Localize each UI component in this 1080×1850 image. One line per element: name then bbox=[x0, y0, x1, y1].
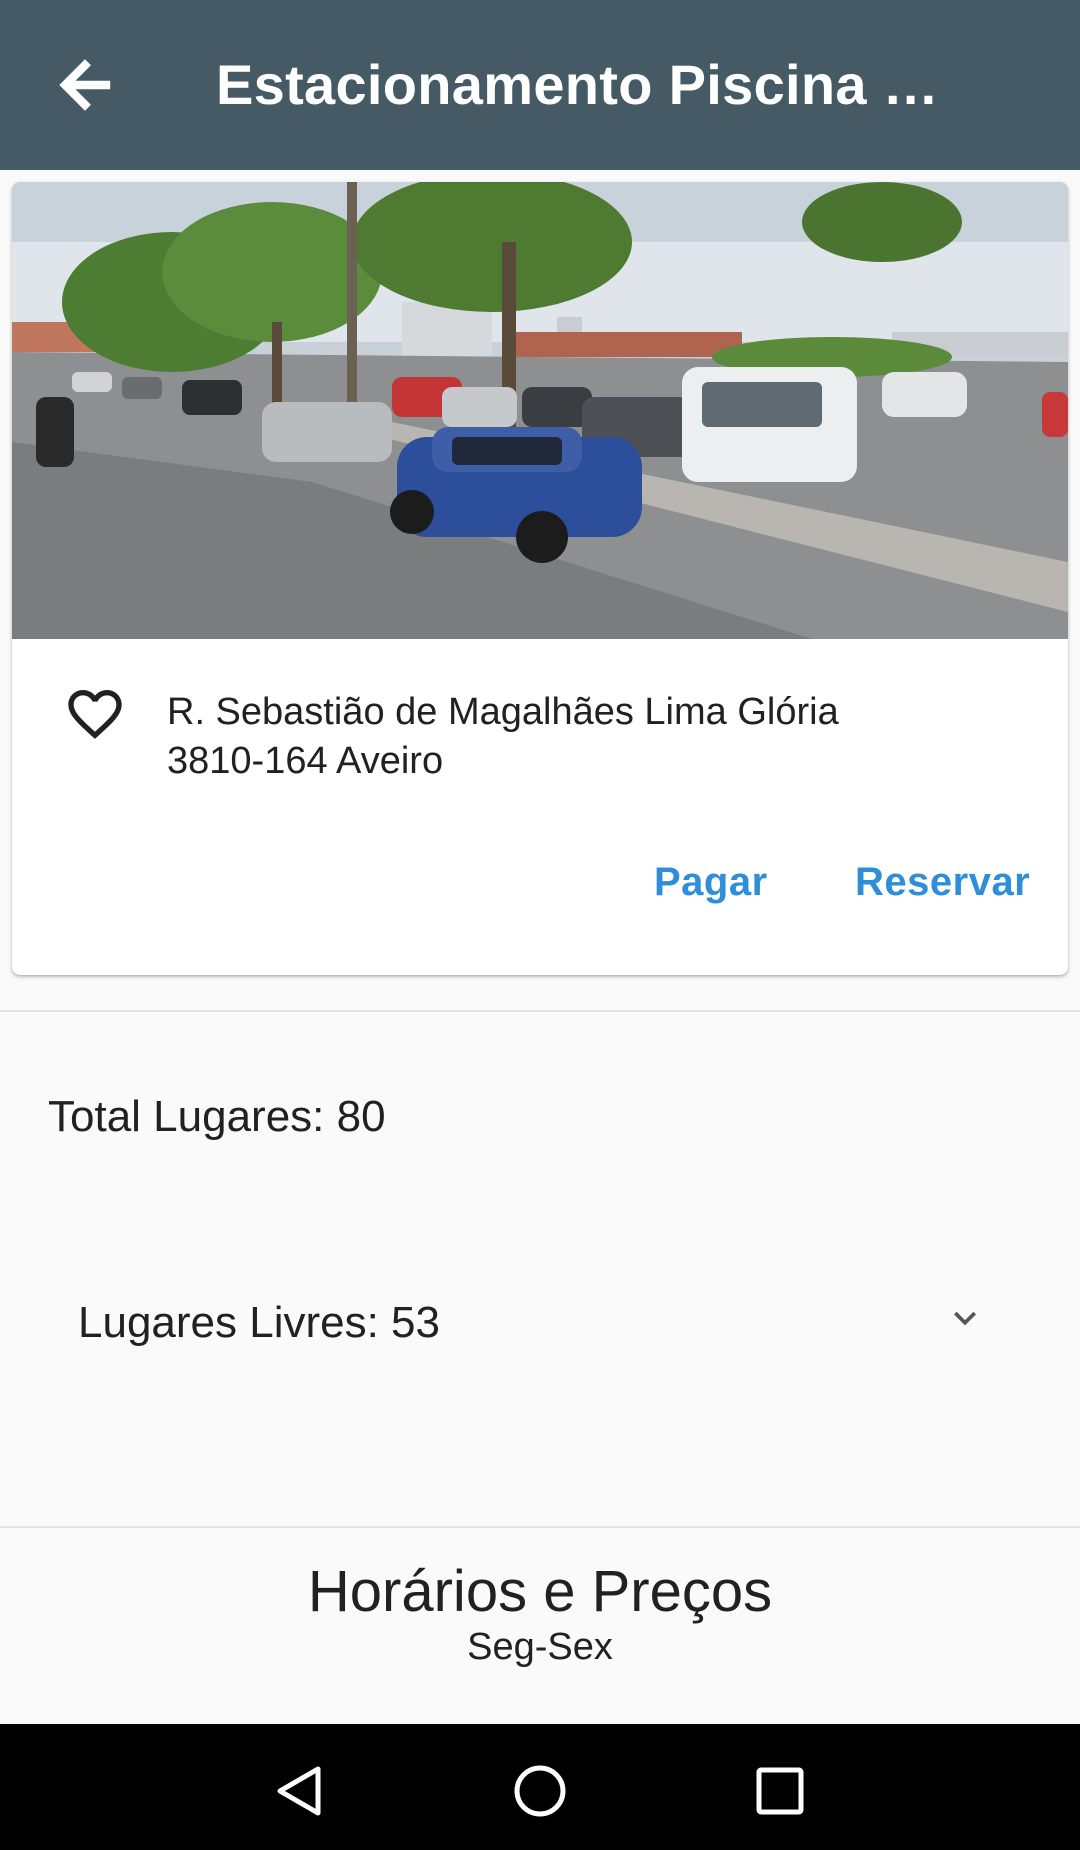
reserve-button[interactable]: Reservar bbox=[855, 842, 1030, 922]
favorite-button[interactable] bbox=[50, 674, 140, 754]
page-title: Estacionamento Piscina … bbox=[216, 53, 939, 116]
system-recent-button[interactable] bbox=[735, 1746, 825, 1836]
back-button[interactable] bbox=[40, 40, 130, 130]
chevron-down-icon[interactable] bbox=[935, 1288, 995, 1348]
street-view-photo bbox=[12, 182, 1068, 639]
arrow-back-icon bbox=[59, 59, 111, 111]
system-home-button[interactable] bbox=[495, 1746, 585, 1836]
schedule-title: Horários e Preços bbox=[307, 1559, 773, 1624]
total-spaces: Total Lugares: 80 bbox=[48, 1092, 386, 1141]
schedule-subtitle: Seg-Sex bbox=[467, 1626, 613, 1668]
system-back-button[interactable] bbox=[255, 1746, 345, 1836]
circle-home-icon bbox=[514, 1765, 566, 1817]
parking-card: R. Sebastião de Magalhães Lima Glória 38… bbox=[12, 182, 1068, 975]
triangle-back-icon bbox=[277, 1766, 321, 1816]
schedule-section: Horários e Preços Seg-Sex bbox=[0, 1528, 1080, 1724]
free-spaces-expander[interactable]: Lugares Livres: 53 bbox=[0, 1260, 1080, 1380]
address-line-postal: 3810-164 Aveiro bbox=[167, 740, 444, 782]
section-divider bbox=[0, 1010, 1080, 1012]
app-bar: Estacionamento Piscina … bbox=[0, 0, 1080, 170]
address-line-street: R. Sebastião de Magalhães Lima Glória bbox=[167, 691, 839, 733]
pay-button[interactable]: Pagar bbox=[654, 842, 768, 922]
square-recent-icon bbox=[756, 1767, 804, 1815]
heart-outline-icon bbox=[68, 690, 122, 739]
system-nav-bar bbox=[0, 1724, 1080, 1850]
free-spaces: Lugares Livres: 53 bbox=[78, 1298, 440, 1347]
address: R. Sebastião de Magalhães Lima Glória 38… bbox=[167, 688, 1037, 786]
